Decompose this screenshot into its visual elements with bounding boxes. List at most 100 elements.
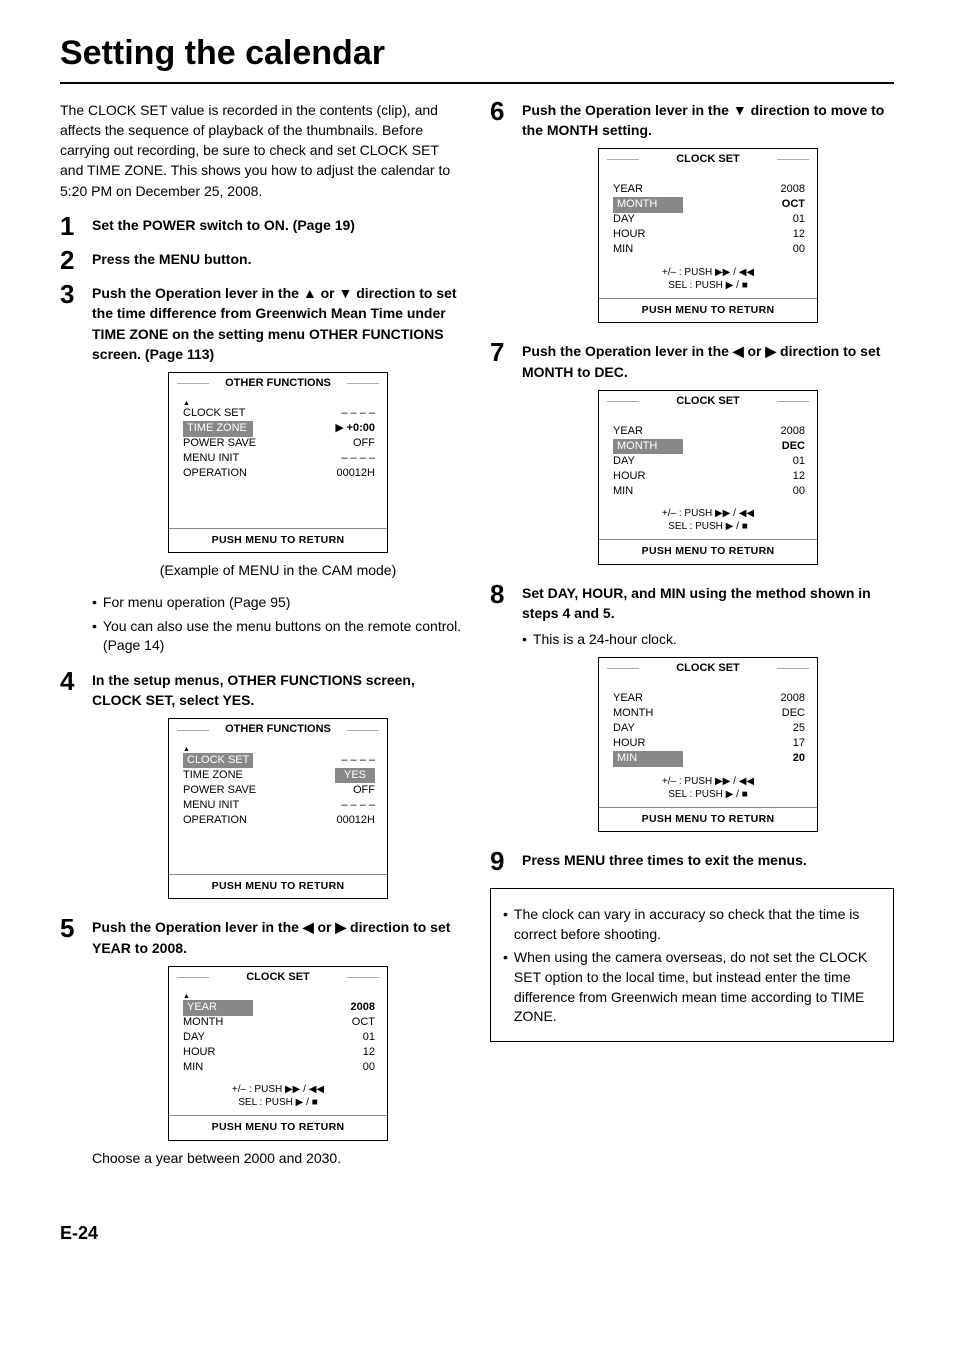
row-value: 12 — [793, 227, 805, 242]
step-3-pre: Push the Operation lever in the — [92, 285, 303, 301]
down-icon: ▼ — [733, 102, 747, 118]
screen-row: DAY 01 — [183, 1030, 375, 1045]
screen-clock-set-2: CLOCK SET YEAR2008 MONTHOCT DAY01 HOUR12… — [598, 148, 818, 323]
row-label: YEAR — [613, 691, 643, 706]
screen-row: MIN20 — [613, 752, 805, 767]
right-column: 6 Push the Operation lever in the ▼ dire… — [490, 100, 894, 1191]
left-column: The CLOCK SET value is recorded in the c… — [60, 100, 464, 1191]
bullet-text: This is a 24-hour clock. — [533, 630, 677, 650]
step-9: 9 Press MENU three times to exit the men… — [490, 850, 894, 874]
step-number: 8 — [490, 581, 522, 607]
row-label: HOUR — [183, 1045, 215, 1060]
row-label: MONTH — [183, 1015, 223, 1030]
row-value: 25 — [793, 721, 805, 736]
row-value: 12 — [363, 1045, 375, 1060]
row-value: DEC — [782, 439, 805, 454]
step-5-mid: or — [314, 919, 336, 935]
step-number: 9 — [490, 848, 522, 874]
screen-title: CLOCK SET — [599, 391, 817, 411]
row-value: +0:00 — [347, 422, 375, 434]
row-label: TIME ZONE — [183, 768, 243, 783]
screen-other-functions-1: OTHER FUNCTIONS CLOCK SET– – – – TIME ZO… — [168, 372, 388, 553]
row-label: MIN — [613, 484, 633, 499]
row-label: MENU INIT — [183, 798, 239, 813]
step-3-title: Push the Operation lever in the ▲ or ▼ d… — [92, 283, 464, 364]
screen-footer: PUSH MENU TO RETURN — [599, 808, 817, 832]
step-7-title: Push the Operation lever in the ◀ or ▶ d… — [522, 341, 894, 382]
step-8-title: Set DAY, HOUR, and MIN using the method … — [522, 583, 894, 624]
row-label: HOUR — [613, 736, 645, 751]
step-3: 3 Push the Operation lever in the ▲ or ▼… — [60, 283, 464, 660]
row-value: 00 — [793, 484, 805, 499]
screen-footer: PUSH MENU TO RETURN — [599, 540, 817, 564]
step-2: 2 Press the MENU button. — [60, 249, 464, 273]
row-value: 00012H — [336, 466, 375, 481]
screen-title: CLOCK SET — [599, 149, 817, 169]
step-number: 3 — [60, 281, 92, 307]
row-value: – – – – — [341, 451, 375, 466]
step-1: 1 Set the POWER switch to ON. (Page 19) — [60, 215, 464, 239]
row-label: MIN — [183, 1060, 203, 1075]
step-9-title: Press MENU three times to exit the menus… — [522, 850, 894, 870]
row-label: DAY — [613, 721, 635, 736]
bullet-item: For menu operation (Page 95) — [92, 593, 464, 613]
intro-text: The CLOCK SET value is recorded in the c… — [60, 100, 464, 201]
row-value: 12 — [793, 469, 805, 484]
screen-row: HOUR17 — [613, 737, 805, 752]
row-value: OFF — [353, 436, 375, 451]
hint-line: +/– : PUSH ▶▶ / ◀◀ — [599, 775, 817, 788]
hint-line: SEL : PUSH ▶ / ■ — [599, 788, 817, 801]
screen-title: CLOCK SET — [169, 967, 387, 987]
row-value: 2008 — [781, 182, 805, 197]
screen-row: YEAR2008 — [613, 424, 805, 439]
step-number: 5 — [60, 915, 92, 941]
step-6-title: Push the Operation lever in the ▼ direct… — [522, 100, 894, 141]
row-value: OCT — [352, 1015, 375, 1030]
row-value: – – – – — [341, 406, 375, 421]
down-icon: ▼ — [338, 285, 352, 301]
step-number: 6 — [490, 98, 522, 124]
note-item: The clock can vary in accuracy so check … — [503, 905, 881, 944]
screen-row: MIN 00 — [183, 1060, 375, 1075]
row-value: OCT — [782, 197, 805, 212]
screen-row: OPERATION 00012H — [183, 813, 375, 828]
step-number: 7 — [490, 339, 522, 365]
row-label-highlight: MONTH — [613, 439, 683, 454]
screen-footer: PUSH MENU TO RETURN — [169, 1116, 387, 1140]
note-text: The clock can vary in accuracy so check … — [514, 905, 881, 944]
screen-row: OPERATION00012H — [183, 467, 375, 482]
step-6: 6 Push the Operation lever in the ▼ dire… — [490, 100, 894, 332]
left-icon: ◀ — [733, 343, 744, 359]
bullet-item: You can also use the menu buttons on the… — [92, 617, 464, 656]
page-title: Setting the calendar — [60, 30, 894, 84]
row-label-highlight: CLOCK SET — [183, 753, 253, 768]
row-value: 00012H — [336, 813, 375, 828]
row-label: OPERATION — [183, 813, 247, 828]
hint-line: SEL : PUSH ▶ / ■ — [599, 279, 817, 292]
step-8: 8 Set DAY, HOUR, and MIN using the metho… — [490, 583, 894, 840]
step-5-pre: Push the Operation lever in the — [92, 919, 303, 935]
screen-footer: PUSH MENU TO RETURN — [599, 299, 817, 323]
row-label-highlight: TIME ZONE — [183, 421, 253, 436]
screen-row: MENU INIT – – – – — [183, 798, 375, 813]
right-icon: ▶ — [335, 919, 346, 935]
step-4: 4 In the setup menus, OTHER FUNCTIONS sc… — [60, 670, 464, 908]
row-label: CLOCK SET — [183, 406, 245, 421]
step-3-caption: (Example of MENU in the CAM mode) — [92, 561, 464, 581]
row-value: – – – – — [341, 798, 375, 813]
screen-clock-set-3: CLOCK SET YEAR2008 MONTHDEC DAY01 HOUR12… — [598, 390, 818, 565]
row-label-highlight: YEAR — [183, 1000, 253, 1015]
screen-row: MONTHDEC — [613, 707, 805, 722]
row-value: 01 — [363, 1030, 375, 1045]
screen-row: YEAR2008 — [183, 1000, 375, 1015]
row-value: 00 — [363, 1060, 375, 1075]
note-text: When using the camera overseas, do not s… — [514, 948, 881, 1026]
screen-row: MONTH DEC — [613, 439, 805, 454]
row-label: DAY — [183, 1030, 205, 1045]
bullet-text: For menu operation (Page 95) — [103, 593, 291, 613]
screen-row: HOUR 12 — [183, 1045, 375, 1060]
screen-row: MONTHOCT — [613, 198, 805, 213]
hint-line: SEL : PUSH ▶ / ■ — [169, 1096, 387, 1109]
screen-row: DAY01 — [613, 454, 805, 469]
row-label: YEAR — [613, 424, 643, 439]
